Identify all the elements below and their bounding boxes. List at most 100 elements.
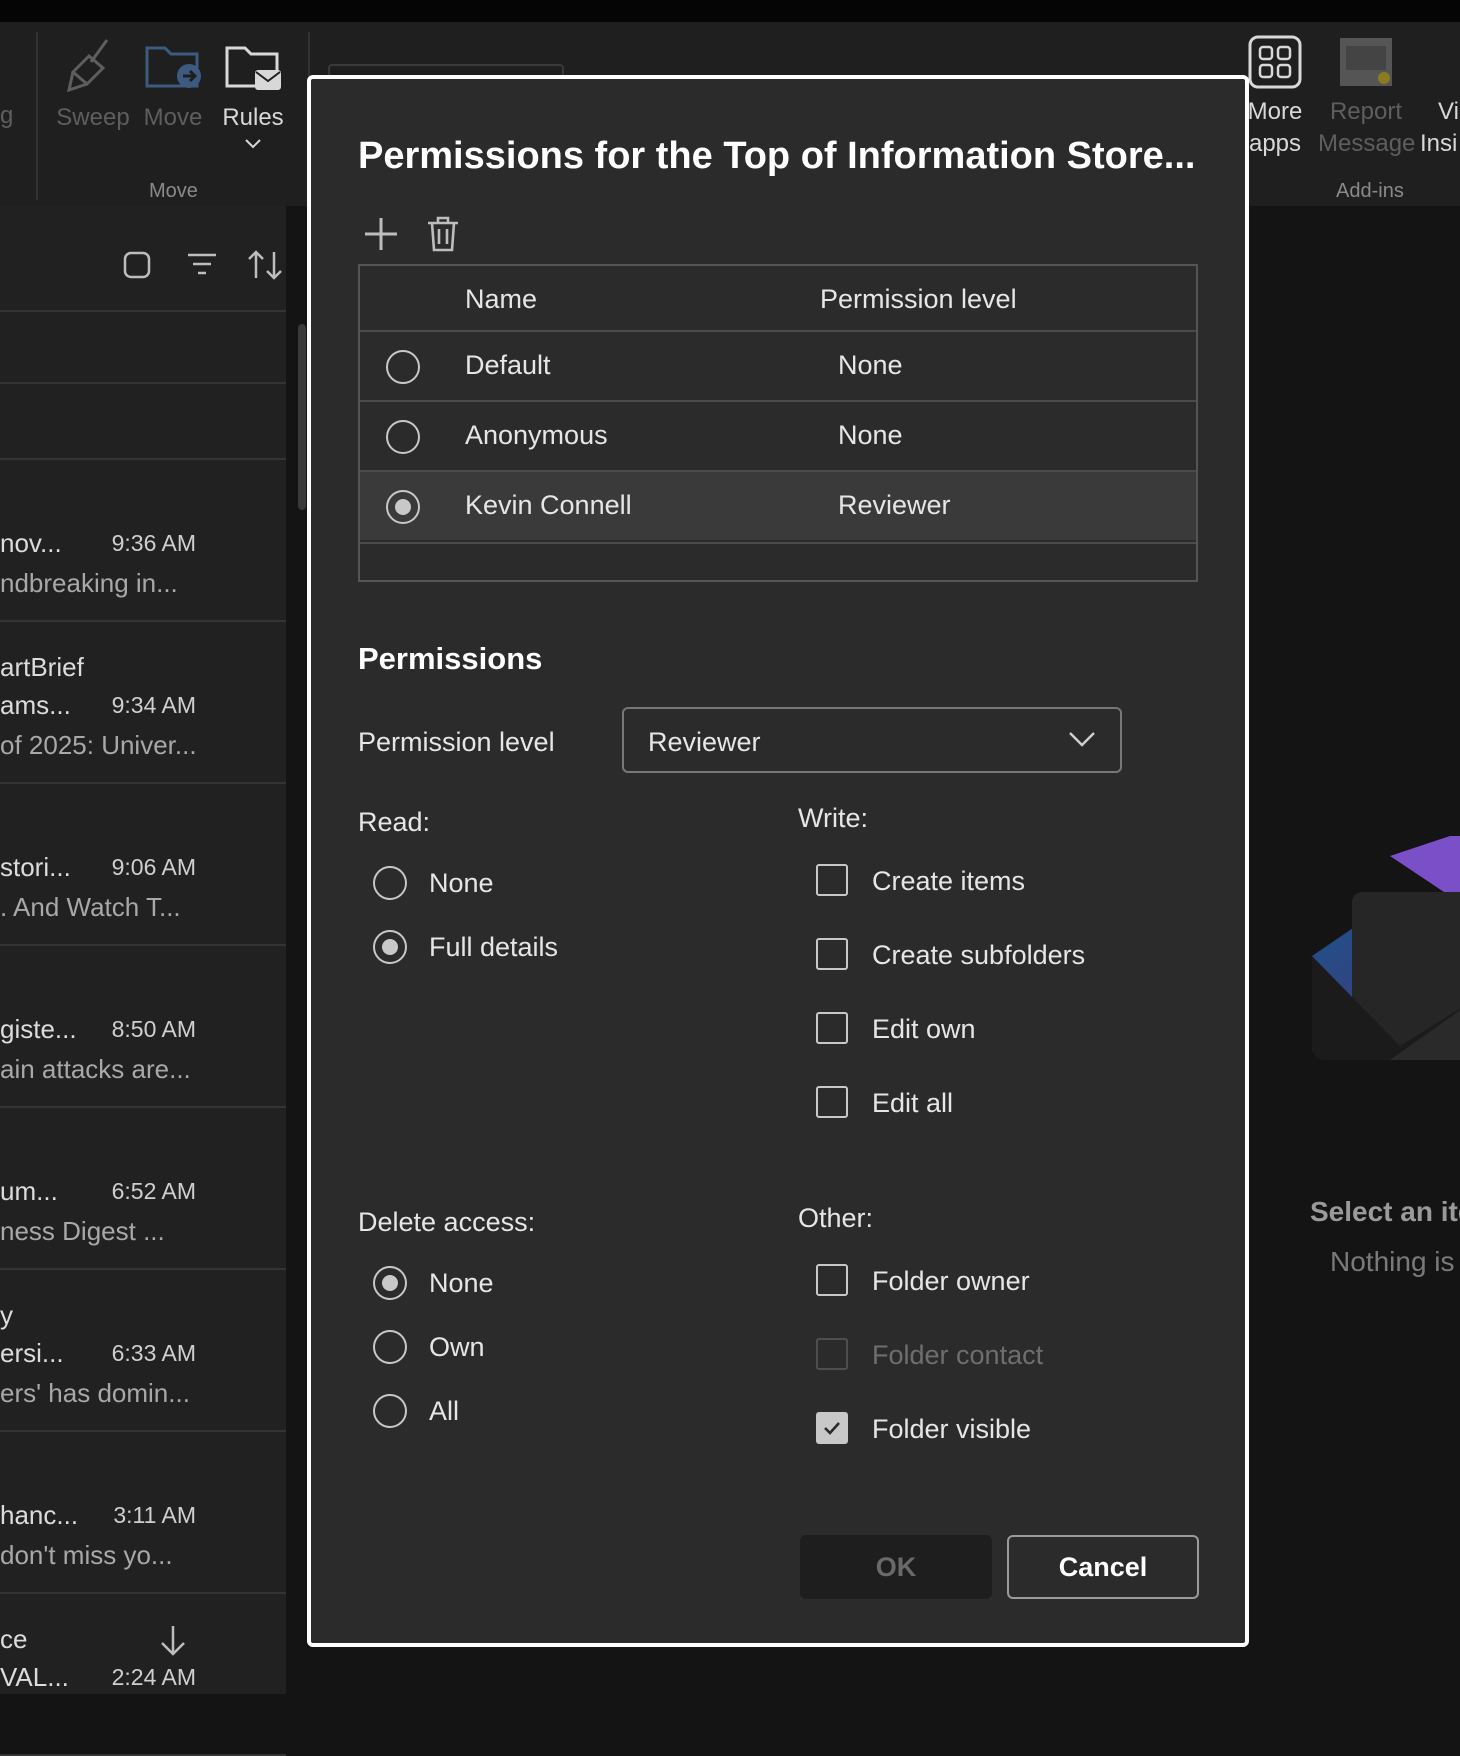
list-item[interactable]: y ersi... 6:33 AM ers' has domin...	[0, 1270, 286, 1432]
delete-all-label: All	[429, 1396, 460, 1426]
ribbon-separator	[36, 32, 38, 200]
empty-state-title: Select an ite	[1310, 1196, 1460, 1227]
add-user-button[interactable]	[355, 209, 407, 261]
list-item[interactable]: hanc... 3:11 AM don't miss yo...	[0, 1432, 286, 1594]
mail-time: 2:24 AM	[111, 1664, 196, 1690]
list-divider	[0, 310, 286, 312]
move-label: Move	[143, 104, 203, 131]
permission-level-value: Reviewer	[648, 727, 761, 757]
permissions-section-title: Permissions	[358, 641, 543, 676]
permission-level-label: Permission level	[358, 727, 555, 757]
sweep-icon	[66, 39, 109, 93]
row-radio[interactable]	[386, 490, 420, 524]
table-row[interactable]: Default None	[360, 330, 1196, 400]
mail-subject: giste...	[0, 1014, 77, 1044]
report-message-button[interactable]: Report Message	[1318, 34, 1415, 160]
list-item[interactable]: giste... 8:50 AM ain attacks are...	[0, 946, 286, 1108]
more-apps-label-1: More	[1247, 98, 1303, 125]
ribbon-partial-left: g	[0, 102, 14, 129]
list-item[interactable]: nov... 9:36 AM ndbreaking in...	[0, 460, 286, 622]
sort-icon[interactable]	[246, 248, 284, 287]
delete-own-label: Own	[429, 1332, 485, 1362]
list-divider	[0, 382, 286, 384]
column-header-permission-level: Permission level	[820, 284, 1017, 314]
mail-time: 6:52 AM	[111, 1178, 196, 1204]
create-subfolders-label: Create subfolders	[872, 940, 1086, 970]
list-item[interactable]: um... 6:52 AM ness Digest ...	[0, 1108, 286, 1270]
dialog-title: Permissions for the Top of Information S…	[358, 135, 1196, 177]
sweep-label: Sweep	[56, 104, 130, 131]
list-item[interactable]: ce VAL... 2:24 AM	[0, 1594, 286, 1756]
column-header-name: Name	[465, 284, 538, 314]
title-strip	[0, 0, 1460, 22]
partial-right-1: Vi	[1438, 98, 1459, 125]
row-radio[interactable]	[386, 350, 420, 384]
radio[interactable]	[373, 930, 407, 964]
row-level: None	[838, 350, 903, 380]
permissions-table: Name Permission level Default None Anony…	[358, 264, 1198, 582]
mail-sender: y	[0, 1300, 13, 1330]
row-radio[interactable]	[386, 420, 420, 454]
table-row[interactable]: Anonymous None	[360, 400, 1196, 470]
row-name: Anonymous	[465, 420, 608, 450]
arrow-down-icon	[161, 1626, 185, 1656]
remove-user-button[interactable]	[417, 209, 469, 261]
row-name: Kevin Connell	[465, 490, 632, 520]
mail-subject: VAL...	[0, 1662, 69, 1692]
radio[interactable]	[373, 1394, 407, 1428]
other-label: Other:	[798, 1203, 874, 1233]
filter-icon[interactable]	[186, 252, 218, 281]
radio[interactable]	[373, 1330, 407, 1364]
mail-time: 9:34 AM	[111, 692, 196, 718]
mail-subject: um...	[0, 1176, 58, 1206]
mail-time: 9:36 AM	[111, 530, 196, 556]
radio[interactable]	[373, 1266, 407, 1300]
list-item[interactable]: stori... 9:06 AM . And Watch T...	[0, 784, 286, 946]
sweep-button[interactable]: Sweep	[54, 34, 132, 134]
mail-subject: ersi...	[0, 1338, 64, 1368]
mail-time: 3:11 AM	[113, 1502, 196, 1528]
checkbox[interactable]	[816, 1412, 848, 1444]
more-apps-button[interactable]: More apps	[1240, 34, 1310, 160]
checkbox[interactable]	[816, 1012, 848, 1044]
select-all-icon[interactable]	[122, 250, 152, 285]
table-row-selected[interactable]: Kevin Connell Reviewer	[360, 470, 1196, 540]
move-button[interactable]: Move	[140, 34, 206, 134]
mail-preview: ers' has domin...	[0, 1378, 190, 1408]
mail-subject: nov...	[0, 528, 62, 558]
mail-subject: ams...	[0, 690, 71, 720]
list-scrollbar[interactable]	[298, 324, 306, 510]
chevron-down-icon	[1069, 732, 1095, 747]
group-label-move: Move	[149, 180, 198, 202]
read-label: Read:	[358, 807, 431, 837]
cancel-button[interactable]: Cancel	[1007, 1535, 1199, 1599]
checkbox[interactable]	[816, 938, 848, 970]
mail-subject: stori...	[0, 852, 71, 882]
folder-owner-label: Folder owner	[872, 1266, 1030, 1296]
rules-label: Rules	[222, 104, 284, 131]
row-level: None	[838, 420, 903, 450]
mail-time: 6:33 AM	[111, 1340, 196, 1366]
delete-access-label: Delete access:	[358, 1207, 536, 1237]
read-none-label: None	[429, 868, 494, 898]
row-name: Default	[465, 350, 551, 380]
folder-contact-label: Folder contact	[872, 1340, 1044, 1370]
edit-all-label: Edit all	[872, 1088, 954, 1118]
row-divider	[360, 542, 1196, 544]
ribbon-partial-right: Vi Insi	[1420, 96, 1459, 160]
mail-time: 9:06 AM	[111, 854, 196, 880]
rules-button[interactable]: Rules	[218, 34, 288, 156]
checkbox[interactable]	[816, 864, 848, 896]
envelope-illustration	[1312, 836, 1460, 1060]
radio[interactable]	[373, 866, 407, 900]
checkbox	[816, 1338, 848, 1370]
checkbox[interactable]	[816, 1264, 848, 1296]
group-label-addins: Add-ins	[1336, 180, 1404, 202]
report-label-1: Report	[1329, 98, 1403, 125]
checkbox[interactable]	[816, 1086, 848, 1118]
mail-preview: ness Digest ...	[0, 1216, 165, 1246]
permission-level-dropdown[interactable]: Reviewer	[622, 707, 1122, 773]
ok-button[interactable]: OK	[800, 1535, 992, 1599]
list-item[interactable]: artBrief ams... 9:34 AM of 2025: Univer...	[0, 622, 286, 784]
mail-preview: ain attacks are...	[0, 1054, 191, 1084]
